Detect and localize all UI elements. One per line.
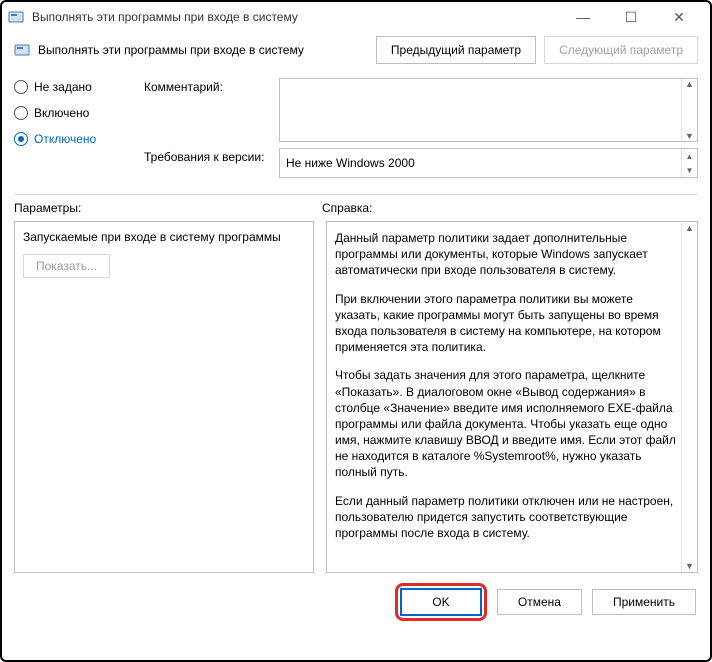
radio-enabled[interactable]: Включено bbox=[14, 106, 144, 120]
options-section-label: Параметры: bbox=[14, 201, 322, 215]
radio-icon bbox=[14, 80, 28, 94]
help-paragraph: При включении этого параметра политики в… bbox=[335, 291, 677, 356]
comment-label: Комментарий: bbox=[144, 78, 279, 94]
help-section-label: Справка: bbox=[322, 201, 698, 215]
requirement-label: Требования к версии: bbox=[144, 148, 279, 164]
stepper[interactable]: ▲▼ bbox=[681, 149, 697, 177]
ok-highlight: OK bbox=[395, 583, 487, 621]
radio-label: Включено bbox=[34, 106, 89, 120]
requirement-box: Не ниже Windows 2000 ▲▼ bbox=[279, 148, 698, 178]
minimize-button[interactable]: — bbox=[568, 9, 598, 26]
window-title: Выполнять эти программы при входе в сист… bbox=[32, 10, 568, 24]
maximize-button[interactable]: ☐ bbox=[616, 9, 646, 26]
help-paragraph: Чтобы задать значения для этого параметр… bbox=[335, 367, 677, 480]
previous-setting-button[interactable]: Предыдущий параметр bbox=[376, 36, 536, 64]
radio-icon bbox=[14, 106, 28, 120]
help-panel: Данный параметр политики задает дополнит… bbox=[326, 221, 698, 573]
radio-not-configured[interactable]: Не задано bbox=[14, 80, 144, 94]
scrollbar[interactable]: ▲▼ bbox=[681, 79, 697, 141]
options-title: Запускаемые при входе в систему программ… bbox=[23, 230, 305, 244]
show-button: Показать... bbox=[23, 254, 110, 278]
apply-button[interactable]: Применить bbox=[592, 589, 696, 615]
radio-icon bbox=[14, 132, 28, 146]
scrollbar[interactable]: ▲▼ bbox=[681, 222, 697, 572]
ok-button[interactable]: OK bbox=[401, 589, 481, 615]
radio-label: Отключено bbox=[34, 132, 96, 146]
radio-label: Не задано bbox=[34, 80, 92, 94]
cancel-button[interactable]: Отмена bbox=[497, 589, 582, 615]
next-setting-button: Следующий параметр bbox=[544, 36, 698, 64]
policy-icon bbox=[14, 42, 30, 58]
divider bbox=[14, 194, 698, 195]
options-panel: Запускаемые при входе в систему программ… bbox=[14, 221, 314, 573]
policy-title: Выполнять эти программы при входе в сист… bbox=[38, 43, 368, 57]
app-icon bbox=[8, 9, 24, 25]
titlebar: Выполнять эти программы при входе в сист… bbox=[2, 2, 710, 32]
radio-disabled[interactable]: Отключено bbox=[14, 132, 144, 146]
requirement-value: Не ниже Windows 2000 bbox=[286, 156, 415, 170]
help-paragraph: Данный параметр политики задает дополнит… bbox=[335, 230, 677, 279]
close-button[interactable]: ✕ bbox=[664, 9, 694, 26]
help-paragraph: Если данный параметр политики отключен и… bbox=[335, 493, 677, 542]
comment-textarea[interactable]: ▲▼ bbox=[279, 78, 698, 142]
